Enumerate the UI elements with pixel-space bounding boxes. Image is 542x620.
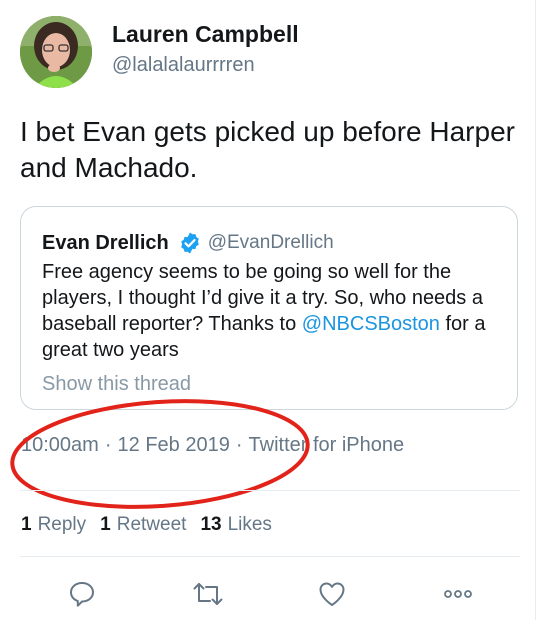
retweet-label[interactable]: Retweet (117, 514, 187, 535)
retweet-button[interactable] (192, 578, 224, 610)
quoted-tweet-header: Evan Drellich @EvanDrellich (42, 231, 334, 255)
scroll-edge (535, 0, 536, 620)
retweet-arrows-icon (193, 583, 223, 605)
like-button[interactable] (316, 578, 348, 610)
tweet-text: I bet Evan gets picked up before Harper … (20, 116, 515, 183)
verified-badge-icon (178, 231, 202, 255)
engagement-stats: 1 Reply 1 Retweet 13 Likes (21, 514, 286, 536)
like-count[interactable]: 13 (200, 514, 221, 535)
divider (20, 490, 520, 491)
quoted-author-handle: @EvanDrellich (207, 232, 334, 253)
author-handle[interactable]: @lalalalaurrrren (112, 54, 255, 77)
red-circle-annotation (10, 399, 310, 509)
mention-link[interactable]: @NBCSBoston (302, 313, 440, 335)
heart-icon (319, 582, 345, 606)
show-thread-link[interactable]: Show this thread (42, 373, 191, 396)
reply-label[interactable]: Reply (38, 514, 87, 535)
author-name[interactable]: Lauren Campbell (112, 21, 299, 48)
tweet-source[interactable]: Twitter for iPhone (249, 434, 405, 456)
speech-bubble-icon (70, 582, 94, 607)
reply-button[interactable] (66, 578, 98, 610)
tweet-date[interactable]: 12 Feb 2019 (118, 434, 230, 456)
more-button[interactable] (442, 578, 474, 610)
tweet-time[interactable]: 10:00am (21, 434, 99, 456)
quoted-author-name: Evan Drellich (42, 231, 169, 254)
quoted-tweet-text: Free agency seems to be going so well fo… (42, 259, 502, 363)
retweet-count[interactable]: 1 (100, 514, 111, 535)
reply-count[interactable]: 1 (21, 514, 32, 535)
avatar[interactable] (20, 16, 92, 88)
like-label[interactable]: Likes (228, 514, 272, 535)
avatar-photo (20, 16, 92, 88)
tweet-metadata: 10:00am · 12 Feb 2019 · Twitter for iPhone (21, 434, 404, 457)
quoted-tweet[interactable]: Evan Drellich @EvanDrellich Free agency … (20, 206, 518, 410)
more-dots-icon (444, 590, 472, 598)
meta-separator: · (104, 434, 112, 456)
divider (20, 556, 520, 557)
meta-separator: · (235, 434, 243, 456)
